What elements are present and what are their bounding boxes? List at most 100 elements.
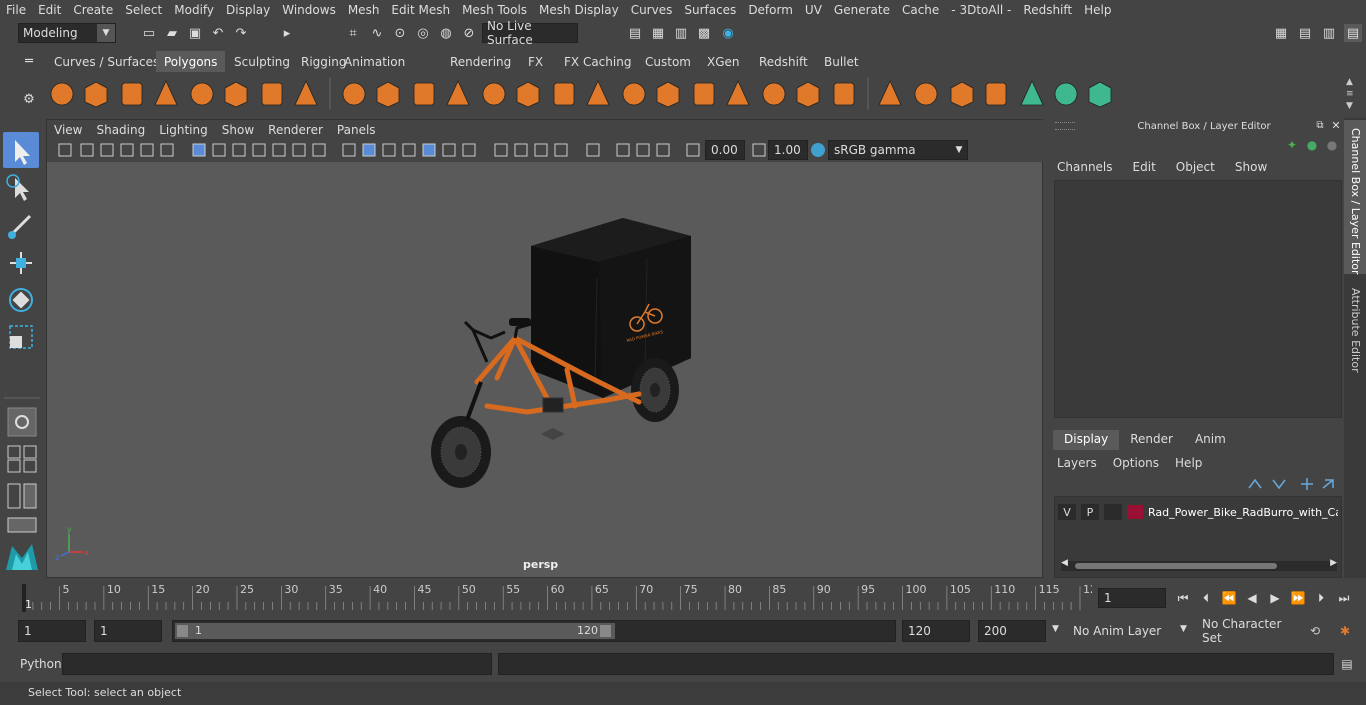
step-back-key-icon[interactable]: ⏪ (1220, 589, 1238, 607)
shelf-tab-redshift[interactable]: Redshift (751, 51, 816, 72)
channel-box-toggle-icon[interactable]: ▤ (1344, 24, 1362, 42)
shelf-tab-fx[interactable]: FX (520, 51, 551, 72)
shelf-cube-icon[interactable] (84, 81, 108, 108)
layer-tab-anim[interactable]: Anim (1184, 430, 1237, 450)
range-end-handle[interactable] (600, 625, 611, 637)
go-to-start-icon[interactable]: ⏮ (1174, 589, 1192, 607)
channel-box-menu-object[interactable]: Object (1176, 160, 1215, 174)
gamma-icon[interactable] (752, 143, 766, 157)
current-frame-field[interactable]: 1 (1098, 588, 1166, 608)
shelf-mirror-icon[interactable] (656, 81, 680, 108)
tool-settings-icon[interactable]: ▥ (1320, 24, 1338, 42)
animation-start-field[interactable]: 1 (18, 620, 86, 642)
shelf-uv-editor-icon[interactable] (1020, 80, 1044, 106)
viewport-menu-show[interactable]: Show (215, 123, 261, 137)
panel-drag-handle[interactable] (1055, 122, 1075, 130)
layout-four-icon[interactable] (7, 445, 21, 459)
side-tab-channel-box[interactable]: Channel Box / Layer Editor (1349, 128, 1362, 275)
menu-cache[interactable]: Cache (896, 3, 945, 17)
shelf-pyramid-icon[interactable] (261, 82, 283, 106)
shelf-tab-animation[interactable]: Animation (336, 51, 413, 72)
shelf-extrude-icon[interactable] (516, 81, 540, 108)
layout-single-icon[interactable] (7, 407, 37, 437)
chevron-down-icon[interactable]: ▼ (1180, 624, 1187, 634)
menu-file[interactable]: File (0, 3, 32, 17)
channel-box-menu-edit[interactable]: Edit (1133, 160, 1156, 174)
front-wheel[interactable] (431, 381, 491, 488)
redo-icon[interactable]: ↷ (232, 24, 250, 42)
gate-mask-icon[interactable] (292, 143, 306, 157)
render-settings-icon[interactable]: ▩ (695, 24, 713, 42)
viewport-menu-panels[interactable]: Panels (330, 123, 383, 137)
anti-alias-icon[interactable] (534, 143, 548, 157)
layer-scrollbar[interactable]: ◀ ▶ (1061, 558, 1337, 571)
film-gate-icon[interactable] (212, 143, 226, 157)
ipr-icon[interactable]: ▥ (672, 24, 690, 42)
time-slider[interactable]: 5 10 15 20 25 30 35 40 45 50 55 60 65 70 75 80 85 90 95 100… (0, 580, 1366, 616)
grid-icon[interactable] (192, 143, 206, 157)
shelf-quadrangulate-icon[interactable] (833, 82, 855, 106)
step-back-icon[interactable]: ⏴ (1197, 589, 1215, 607)
shelf-unfold-icon[interactable] (914, 82, 938, 106)
hypershade-icon[interactable]: ◉ (719, 24, 737, 42)
backface-icon[interactable] (656, 143, 670, 157)
snap-live-icon[interactable]: ⊘ (460, 24, 478, 42)
shelf-connect-icon[interactable] (726, 80, 750, 106)
shelf-tab-fx-caching[interactable]: FX Caching (556, 51, 639, 72)
exposure-icon[interactable] (686, 143, 700, 157)
render-view-icon[interactable]: ▦ (649, 24, 667, 42)
menu-deform[interactable]: Deform (742, 3, 799, 17)
menu-mesh-tools[interactable]: Mesh Tools (456, 3, 533, 17)
smooth-shade-icon[interactable] (362, 143, 376, 157)
script-editor-icon[interactable]: ▤ (1338, 655, 1356, 673)
snap-grid-icon[interactable]: ⌗ (344, 24, 362, 42)
shelf-tab-curves-surfaces[interactable]: Curves / Surfaces (46, 51, 167, 72)
channel-list[interactable] (1054, 180, 1342, 418)
shelf-merge-icon[interactable] (693, 82, 715, 106)
shelf-separate-icon[interactable] (413, 82, 435, 106)
menu-edit-mesh[interactable]: Edit Mesh (385, 3, 456, 17)
layer-playback-toggle[interactable]: P (1081, 504, 1099, 520)
shelf-combine-icon[interactable] (376, 81, 400, 108)
menu-edit[interactable]: Edit (32, 3, 67, 17)
shelf-multicut-icon[interactable] (482, 82, 506, 106)
grab-icon[interactable] (140, 143, 154, 157)
bookmark-icon[interactable] (100, 143, 114, 157)
options-icon[interactable]: ● (1325, 138, 1339, 152)
snap-point-icon[interactable]: ⊙ (391, 24, 409, 42)
channel-box-menu-channels[interactable]: Channels (1057, 160, 1113, 174)
shelf-tab-polygons[interactable]: Polygons (156, 51, 226, 72)
viewport-menu-lighting[interactable]: Lighting (152, 123, 215, 137)
shelf-reduce-icon[interactable] (762, 82, 786, 106)
shelf-texture-icon[interactable] (1088, 81, 1112, 108)
xray-icon[interactable] (462, 143, 476, 157)
menu-curves[interactable]: Curves (625, 3, 679, 17)
menu-mesh[interactable]: Mesh (342, 3, 386, 17)
lights-icon[interactable] (422, 143, 436, 157)
render-frame-icon[interactable]: ▤ (626, 24, 644, 42)
color-space-dropdown[interactable]: sRGB gamma ▼ (828, 140, 968, 160)
layout-outliner-icon[interactable] (7, 483, 21, 509)
shelf-tab-xgen[interactable]: XGen (699, 51, 748, 72)
shelf-triangulate-icon[interactable] (796, 81, 820, 108)
shelf-plane-icon[interactable] (190, 82, 214, 106)
command-input[interactable] (62, 653, 492, 675)
new-scene-icon[interactable]: ▭ (140, 24, 158, 42)
shelf-pipe-icon[interactable] (294, 80, 318, 106)
wireframe-icon[interactable] (342, 143, 356, 157)
shelf-settings-gear-icon[interactable]: ⚙ (20, 90, 38, 108)
scroll-right-icon[interactable]: ▶ (1330, 558, 1337, 568)
chevron-down-icon[interactable]: ▼ (1052, 624, 1059, 634)
shelf-boolean-icon[interactable] (622, 82, 646, 106)
layer-tab-render[interactable]: Render (1119, 430, 1184, 450)
textured-icon[interactable] (402, 143, 416, 157)
menu-modify[interactable]: Modify (168, 3, 220, 17)
reference-icon[interactable] (160, 143, 174, 157)
shelf-bevel-icon[interactable] (586, 80, 610, 106)
scroll-left-icon[interactable]: ◀ (1061, 558, 1068, 568)
live-surface-field[interactable]: No Live Surface (482, 19, 578, 47)
rear-wheel[interactable] (631, 358, 679, 422)
shelf-transfer-icon[interactable] (1054, 82, 1078, 106)
lasso-tool-icon[interactable] (15, 178, 29, 201)
menu-windows[interactable]: Windows (276, 3, 342, 17)
